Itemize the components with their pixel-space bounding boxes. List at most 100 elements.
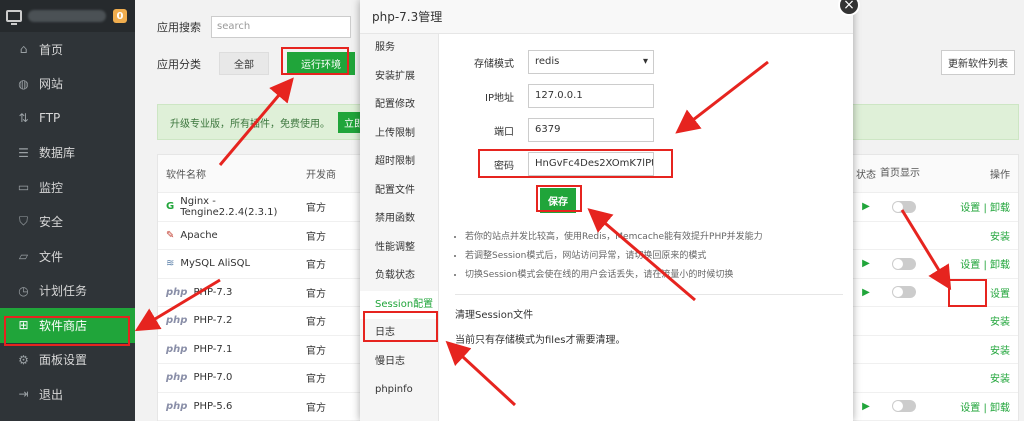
row-action-link[interactable]: 设置: [990, 285, 1010, 300]
row-action-link[interactable]: 安装: [990, 313, 1010, 328]
category-row: 应用分类 全部 运行环境: [157, 52, 355, 75]
category-runtime-button[interactable]: 运行环境: [287, 52, 355, 75]
nav-disable-functions[interactable]: 禁用函数: [360, 205, 438, 234]
storage-mode-label: 存储模式: [474, 58, 514, 70]
sidebar-header: 0: [0, 0, 135, 32]
notification-badge[interactable]: 0: [113, 9, 127, 23]
nav-performance[interactable]: 性能调整: [360, 234, 438, 263]
save-button[interactable]: 保存: [540, 188, 576, 213]
sidebar-item-files[interactable]: ▱ 文件: [0, 239, 135, 274]
developer: 官方: [306, 402, 326, 414]
search-input[interactable]: search: [211, 16, 351, 38]
sidebar-item-cron[interactable]: ◷ 计划任务: [0, 274, 135, 309]
search-row: 应用搜索 search: [157, 16, 351, 38]
nav-install-ext[interactable]: 安装扩展: [360, 63, 438, 92]
header-status: 状态: [856, 170, 876, 181]
php-icon: php: [166, 315, 188, 327]
nav-service[interactable]: 服务: [360, 34, 438, 63]
toggle-switch[interactable]: [892, 286, 916, 299]
ip-row: IP地址 127.0.0.1: [440, 84, 654, 108]
promo-text: 升级专业版，所有插件，免费使用。: [170, 118, 330, 130]
sidebar-item-home[interactable]: ⌂ 首页: [0, 32, 135, 67]
sidebar-item-database[interactable]: ☰ 数据库: [0, 136, 135, 171]
category-all-button[interactable]: 全部: [219, 52, 269, 75]
sidebar-item-ftp[interactable]: ⇅ FTP: [0, 101, 135, 136]
monitor-icon: ▭: [17, 180, 30, 195]
sidebar-item-monitor[interactable]: ▭ 监控: [0, 170, 135, 205]
row-action-link[interactable]: 设置 | 卸载: [960, 199, 1010, 214]
sidebar-item-website[interactable]: ◍ 网站: [0, 67, 135, 102]
port-row: 端口 6379: [440, 118, 654, 142]
home-display-toggle[interactable]: [880, 200, 928, 213]
nav-upload-limit[interactable]: 上传限制: [360, 120, 438, 149]
logout-icon: ⇥: [18, 387, 29, 402]
shield-icon: ⛉: [18, 214, 28, 229]
tip-item: 若你的站点并发比较高，使用Redis，Memcache能有效提升PHP并发能力: [465, 228, 763, 247]
row-action-link[interactable]: 设置 | 卸载: [960, 399, 1010, 414]
nav-session-config[interactable]: Session配置: [360, 290, 438, 319]
row-action-link[interactable]: 设置 | 卸载: [960, 256, 1010, 271]
software-name: php PHP-7.0: [158, 372, 306, 383]
nav-config-file[interactable]: 配置文件: [360, 177, 438, 206]
software-name: php PHP-7.3: [158, 287, 306, 298]
php-icon: php: [166, 343, 188, 355]
row-action-link[interactable]: 安装: [990, 370, 1010, 385]
developer: 官方: [306, 260, 326, 272]
storage-mode-select[interactable]: redis: [528, 50, 654, 74]
status-icon: ▶: [862, 201, 870, 213]
software-name: ≋ MySQL AliSQL: [158, 258, 306, 269]
grid-icon: ⊞: [18, 318, 29, 333]
dialog-nav: 服务 安装扩展 配置修改 上传限制 超时限制 配置文件 禁用函数 性能调整 负载…: [360, 34, 439, 421]
php-icon: php: [166, 372, 188, 384]
apache-icon: ✎: [166, 229, 175, 241]
home-display-toggle[interactable]: [880, 286, 928, 299]
home-display-toggle[interactable]: [880, 257, 928, 270]
nginx-icon: G: [166, 201, 175, 213]
sidebar: 0 ⌂ 首页 ◍ 网站 ⇅ FTP ☰ 数据库 ▭ 监控 ⛉ 安全 ▱ 文件 ◷ 计划任务 ⊞ 软…: [0, 0, 135, 421]
sidebar-item-panel-settings[interactable]: ⚙ 面板设置: [0, 343, 135, 378]
nav-log[interactable]: 日志: [360, 319, 438, 348]
sidebar-item-logout[interactable]: ⇥ 退出: [0, 377, 135, 412]
toggle-switch[interactable]: [892, 257, 916, 270]
header-dev: 开发商: [306, 170, 336, 181]
dialog-title: php-7.3管理: [360, 0, 853, 34]
ip-input[interactable]: 127.0.0.1: [528, 84, 654, 108]
nav-config-edit[interactable]: 配置修改: [360, 91, 438, 120]
tip-item: 切换Session模式会使在线的用户会话丢失，请在流量小的时候切换: [465, 266, 763, 285]
developer: 官方: [306, 345, 326, 357]
mysql-icon: ≋: [166, 258, 175, 270]
row-action-link[interactable]: 安装: [990, 342, 1010, 357]
toggle-switch[interactable]: [892, 400, 916, 413]
password-input[interactable]: HnGvFc4Des2XOmK7lPt5E: [528, 152, 654, 176]
ftp-icon: ⇅: [18, 111, 29, 126]
toggle-switch[interactable]: [892, 200, 916, 213]
folder-icon: ▱: [18, 249, 29, 264]
nav-timeout-limit[interactable]: 超时限制: [360, 148, 438, 177]
clean-session-note: 当前只有存储模式为files才需要清理。: [455, 335, 626, 346]
port-input[interactable]: 6379: [528, 118, 654, 142]
home-display-toggle[interactable]: [880, 400, 928, 413]
row-action-link[interactable]: 安装: [990, 228, 1010, 243]
php-icon: php: [166, 286, 188, 298]
header-home: 首页显示: [880, 168, 920, 179]
password-label: 密码: [494, 160, 514, 172]
sidebar-item-security[interactable]: ⛉ 安全: [0, 205, 135, 240]
clean-session-title: 清理Session文件: [455, 310, 534, 321]
nav-load-status[interactable]: 负载状态: [360, 262, 438, 291]
sidebar-item-software-store[interactable]: ⊞ 软件商店: [0, 308, 135, 343]
developer: 官方: [306, 374, 326, 386]
software-name-text: PHP-7.3: [193, 286, 233, 298]
header-op: 操作: [990, 170, 1010, 181]
developer: 官方: [306, 288, 326, 300]
nav-slow-log[interactable]: 慢日志: [360, 348, 438, 377]
dialog-body: 存储模式 redis IP地址 127.0.0.1 端口 6379 密码 HnG…: [440, 34, 853, 421]
nav-phpinfo[interactable]: phpinfo: [360, 376, 438, 405]
software-name-text: PHP-7.0: [193, 372, 233, 384]
storage-mode-row: 存储模式 redis: [440, 50, 654, 74]
software-name: php PHP-5.6: [158, 401, 306, 412]
status-icon: ▶: [862, 258, 870, 270]
clock-icon: ◷: [18, 283, 29, 298]
php-manage-dialog: php-7.3管理 服务 安装扩展 配置修改 上传限制 超时限制 配置文件 禁用…: [360, 0, 853, 421]
software-name-text: PHP-7.1: [193, 343, 233, 355]
update-list-button[interactable]: 更新软件列表: [941, 50, 1015, 75]
